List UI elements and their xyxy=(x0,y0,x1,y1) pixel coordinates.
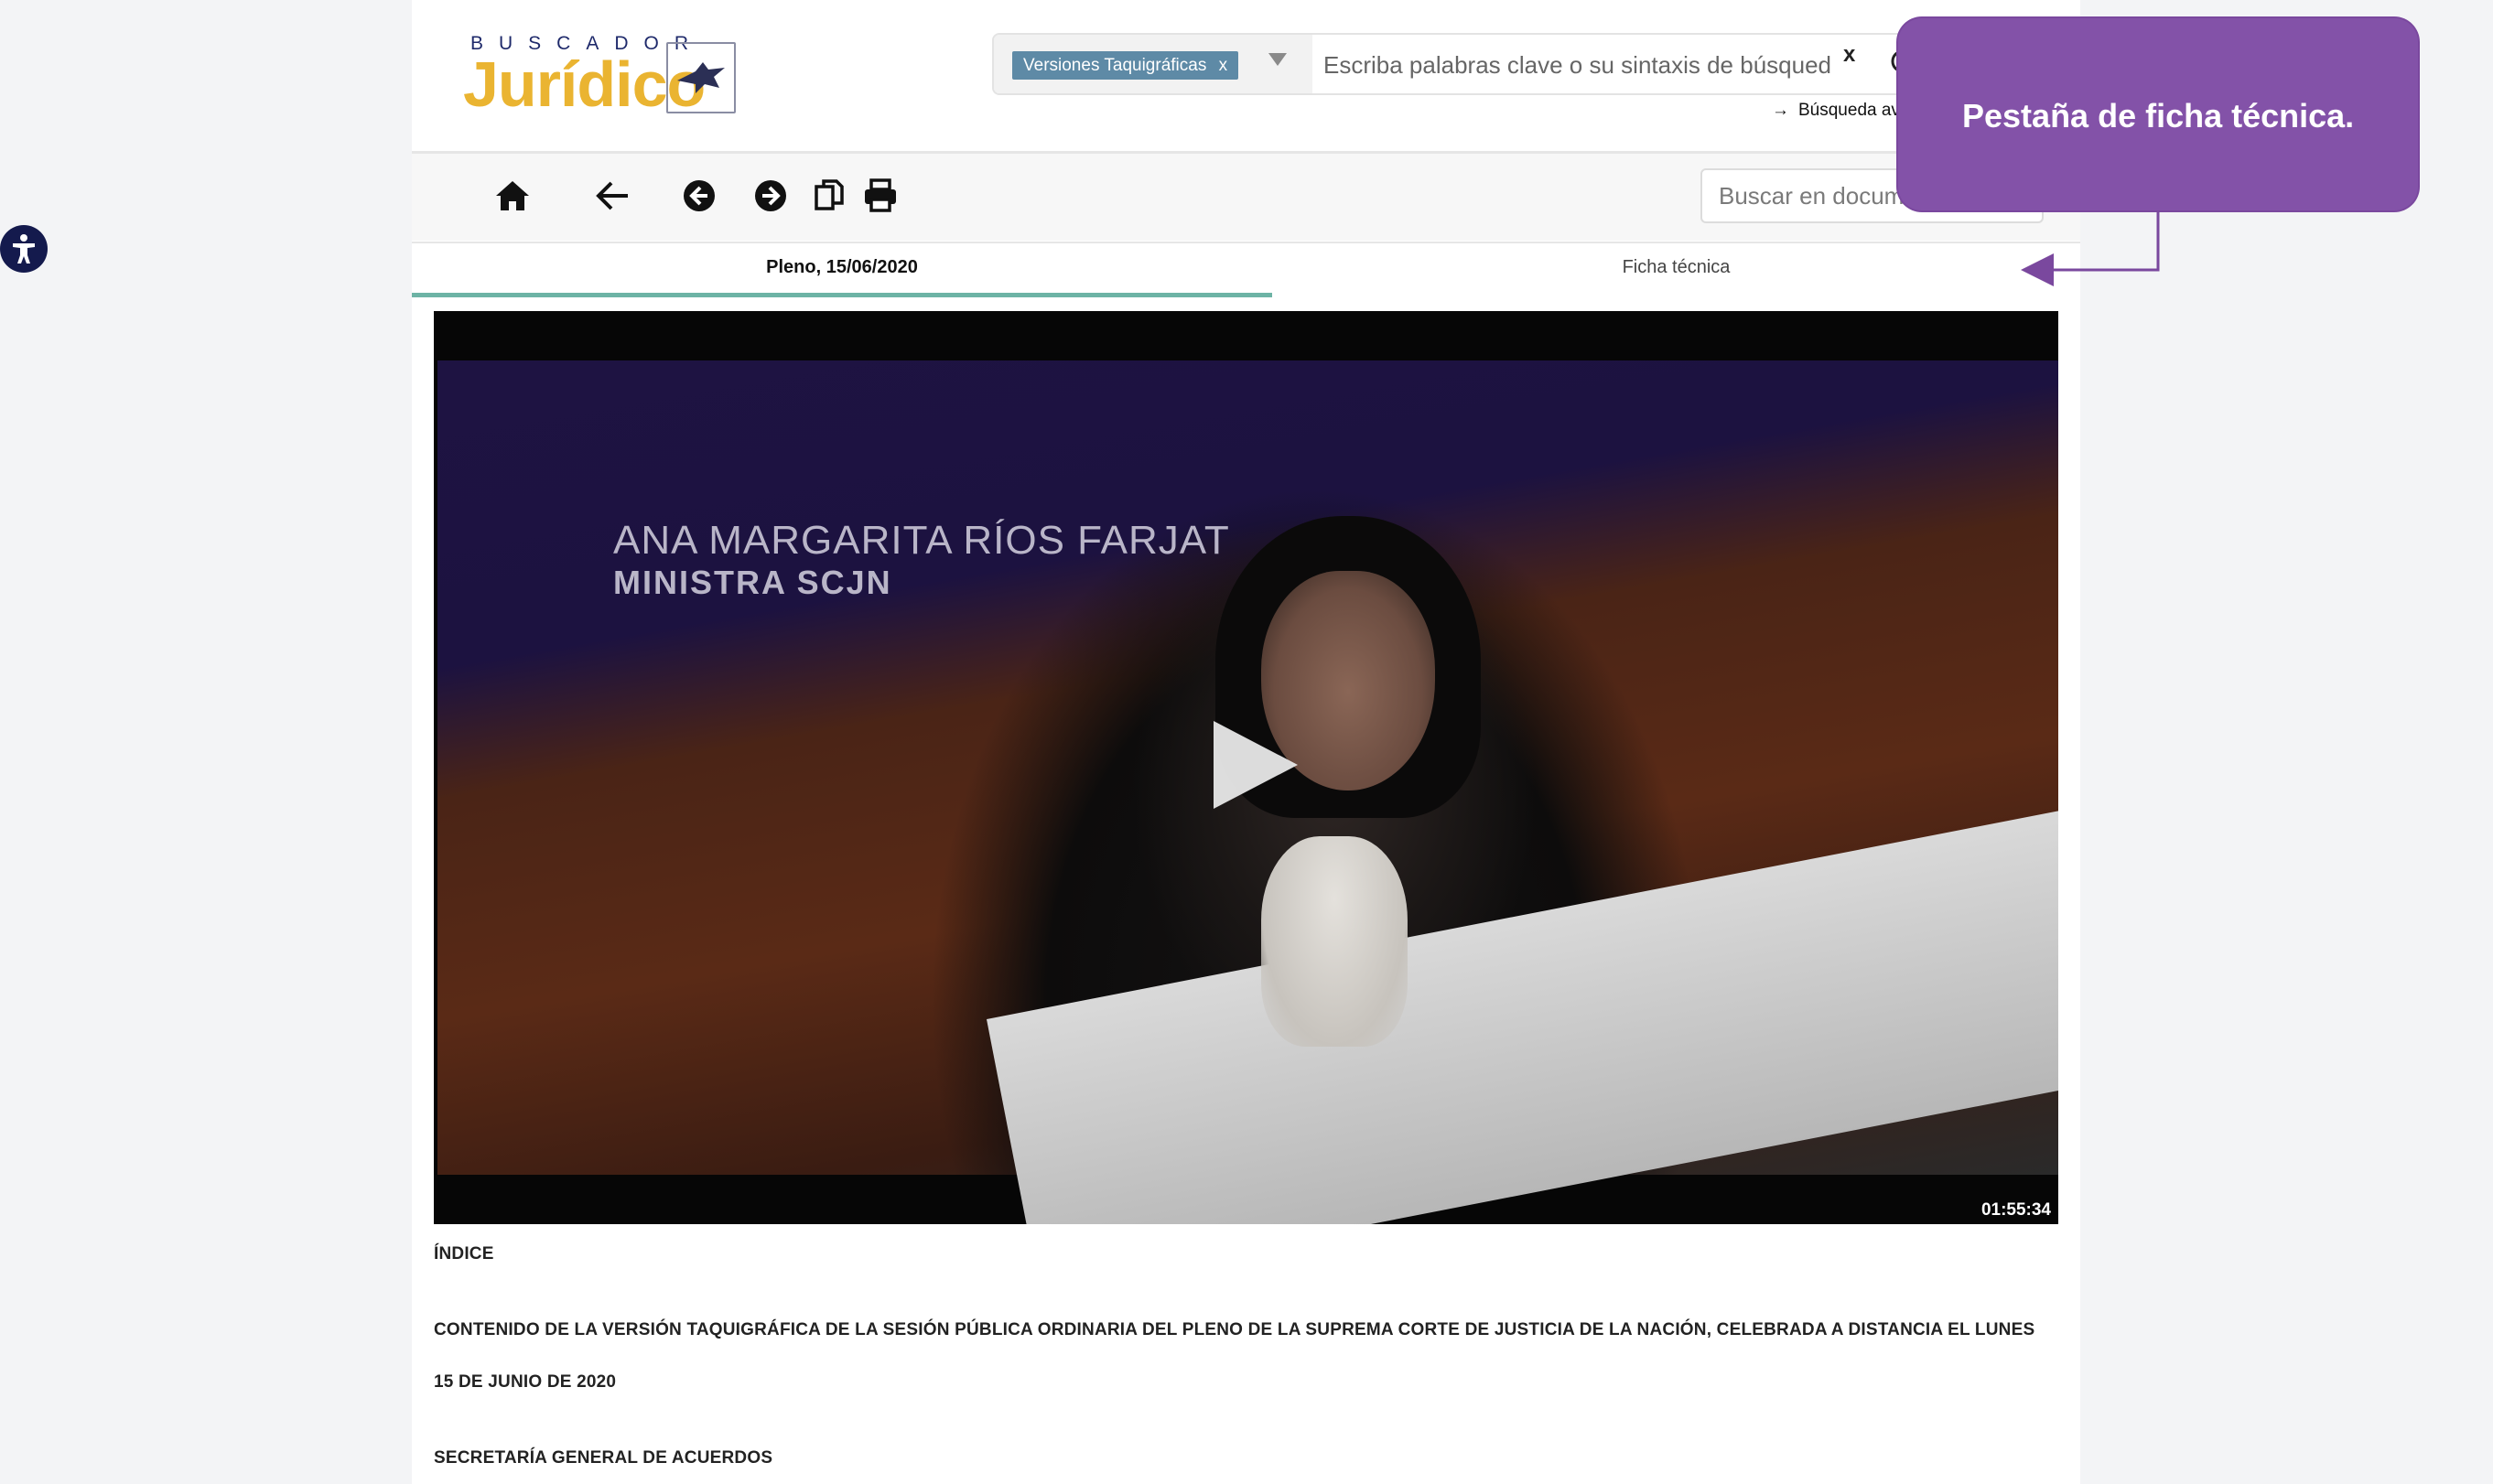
filter-selector[interactable]: Versiones Taquigráficas x xyxy=(994,35,1312,93)
video-player[interactable]: ANA MARGARITA RÍOS FARJAT MINISTRA SCJN … xyxy=(434,311,2058,1224)
document-paragraph-line1: CONTENIDO DE LA VERSIÓN TAQUIGRÁFICA DE … xyxy=(434,1320,2035,1339)
home-icon[interactable] xyxy=(492,176,533,216)
circle-right-icon[interactable] xyxy=(750,176,791,216)
filter-tag[interactable]: Versiones Taquigráficas x xyxy=(1012,51,1239,80)
main-search-bar: Versiones Taquigráficas x x ? xyxy=(992,33,2045,95)
eagle-emblem-icon xyxy=(666,42,736,113)
arrow-right-icon: → xyxy=(1772,101,1789,120)
tooltip-text: Pestaña de ficha técnica. xyxy=(1962,97,2355,134)
filter-tag-remove[interactable]: x xyxy=(1219,56,1228,75)
clear-search-button[interactable]: x xyxy=(1843,42,1855,68)
print-icon[interactable] xyxy=(860,176,901,216)
play-icon[interactable] xyxy=(1214,721,1298,809)
index-heading: ÍNDICE xyxy=(434,1244,494,1264)
video-caption-name: ANA MARGARITA RÍOS FARJAT xyxy=(613,518,1230,563)
chevron-down-icon[interactable] xyxy=(1268,53,1287,66)
video-duration: 01:55:34 xyxy=(1980,1200,2051,1220)
search-input[interactable] xyxy=(1322,46,1838,84)
buscador-juridico-logo[interactable]: BUSCADOR Jurídico xyxy=(463,33,738,120)
document-toolbar xyxy=(412,154,2080,241)
page-container: BUSCADOR Jurídico Versiones Taquigráfica… xyxy=(412,0,2080,1484)
section-heading: SECRETARÍA GENERAL DE ACUERDOS xyxy=(434,1448,773,1468)
filter-tag-label: Versiones Taquigráficas xyxy=(1023,56,1207,75)
tutorial-tooltip: Pestaña de ficha técnica. xyxy=(1898,18,2418,210)
video-figure-collar xyxy=(1261,836,1408,1047)
document-paragraph-line2: 15 DE JUNIO DE 2020 xyxy=(434,1372,617,1392)
accessibility-icon xyxy=(13,234,35,263)
back-arrow-icon[interactable] xyxy=(593,176,633,216)
tab-session[interactable]: Pleno, 15/06/2020 xyxy=(412,243,1272,297)
document-tabs: Pleno, 15/06/2020 Ficha técnica xyxy=(412,242,2080,297)
copy-icon[interactable] xyxy=(809,176,849,216)
tab-technical-sheet[interactable]: Ficha técnica xyxy=(1272,243,2080,295)
accessibility-button[interactable] xyxy=(0,225,48,273)
video-desk xyxy=(987,791,2058,1224)
circle-left-icon[interactable] xyxy=(679,176,719,216)
video-caption-title: MINISTRA SCJN xyxy=(613,564,892,601)
